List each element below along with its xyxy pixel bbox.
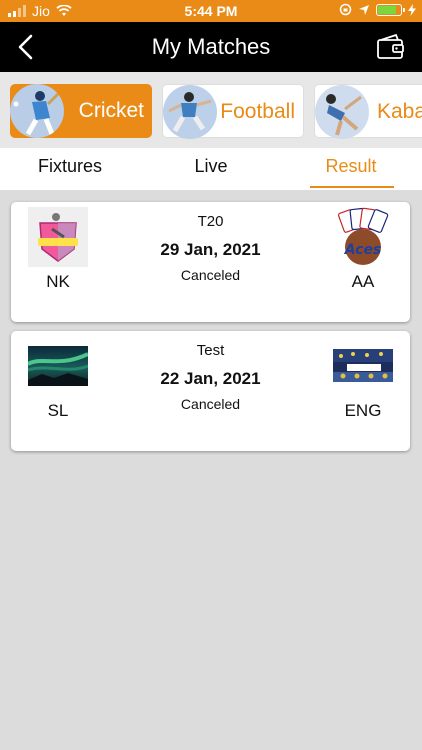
team2-logo: Aces (333, 207, 393, 267)
charging-icon (408, 3, 416, 16)
football-player-image (163, 85, 217, 139)
team2-abbr: AA (351, 272, 375, 291)
sport-chip-kabaddi[interactable]: Kaba (314, 84, 422, 139)
team2-logo (333, 349, 393, 382)
sport-label: Kaba (377, 100, 422, 123)
location-icon (359, 4, 369, 15)
rotation-lock-icon (339, 3, 352, 16)
status-right (339, 3, 416, 16)
sport-selector: Cricket Football Kaba (0, 72, 422, 148)
active-tab-indicator (310, 186, 394, 188)
sport-label: Cricket (78, 99, 144, 122)
status-bar: Jio 5:44 PM (0, 0, 422, 22)
cricket-player-image (10, 84, 64, 138)
svg-text:Aces: Aces (344, 242, 382, 258)
tab-result[interactable]: Result (301, 156, 401, 177)
page-title: My Matches (151, 34, 271, 59)
match-card[interactable]: NK T20 29 Jan, 2021 Canceled Aces AA (11, 202, 410, 322)
match-tabs: Fixtures Live Result (0, 148, 422, 190)
sport-label: Football (220, 100, 295, 123)
kabaddi-player-image (315, 85, 369, 139)
tab-live[interactable]: Live (161, 156, 261, 177)
sport-chip-cricket[interactable]: Cricket (10, 84, 152, 138)
navigation-bar: My Matches (0, 22, 422, 72)
team2-abbr: ENG (344, 401, 382, 420)
match-card[interactable]: SL Test 22 Jan, 2021 Canceled ENG (11, 331, 410, 451)
wallet-icon[interactable] (376, 34, 406, 60)
tab-fixtures[interactable]: Fixtures (20, 156, 120, 177)
sport-chip-football[interactable]: Football (162, 84, 304, 139)
battery-icon (376, 3, 405, 16)
